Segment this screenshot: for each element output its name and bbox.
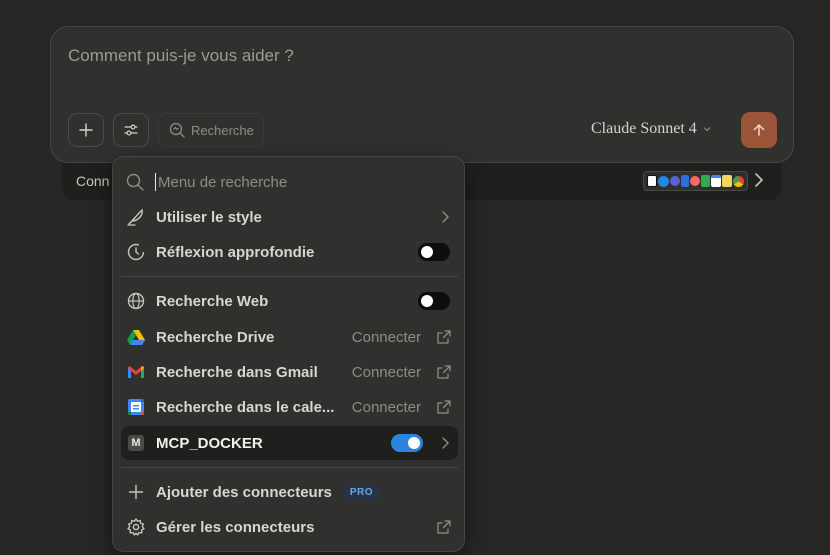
globe-icon xyxy=(126,291,146,311)
clock-icon xyxy=(126,242,146,262)
chevron-down-icon xyxy=(703,127,711,132)
menu-item-label: Utiliser le style xyxy=(156,208,262,226)
toggle-knob xyxy=(408,437,420,449)
research-chip-label: Recherche xyxy=(191,122,254,138)
tools-menu: Utiliser le style Réflexion approfondie … xyxy=(112,156,465,552)
gear-icon xyxy=(126,517,146,537)
model-selector[interactable]: Claude Sonnet 4 xyxy=(591,120,712,138)
menu-item-add-connectors[interactable]: Ajouter des connecteurs PRO xyxy=(121,475,458,509)
linear-icon xyxy=(670,176,680,186)
menu-item-label: Ajouter des connecteurs xyxy=(156,483,332,501)
research-icon xyxy=(169,122,185,138)
chevron-right-icon[interactable] xyxy=(438,435,452,451)
connectors-strip-label: Conn xyxy=(76,173,110,189)
text-caret xyxy=(155,173,156,191)
menu-divider xyxy=(121,467,458,468)
connector-icons-group xyxy=(643,171,748,191)
menu-item-label: Réflexion approfondie xyxy=(156,243,315,261)
send-button[interactable] xyxy=(741,112,777,148)
menu-item-label: Recherche dans Gmail xyxy=(156,363,318,381)
m-badge-icon: M xyxy=(126,433,146,453)
menu-item-use-style[interactable]: Utiliser le style xyxy=(121,200,458,234)
toggle-knob xyxy=(421,246,433,258)
web-search-toggle[interactable] xyxy=(418,292,450,310)
external-link-icon xyxy=(437,400,451,414)
extended-thinking-toggle[interactable] xyxy=(418,243,450,261)
sliders-icon xyxy=(124,124,138,136)
plus-icon xyxy=(79,123,93,137)
mcp-docker-toggle[interactable] xyxy=(391,434,423,452)
menu-search xyxy=(125,170,455,194)
add-button[interactable] xyxy=(68,113,104,147)
m-badge-letter: M xyxy=(128,435,144,451)
arrow-up-icon xyxy=(753,124,765,136)
google-drive-icon xyxy=(126,327,146,347)
connect-link[interactable]: Connecter xyxy=(352,399,421,416)
menu-item-label: Gérer les connecteurs xyxy=(156,518,315,536)
menu-item-label: Recherche dans le cale... xyxy=(156,398,335,416)
pro-badge: PRO xyxy=(343,484,380,500)
menu-divider xyxy=(121,276,458,277)
menu-item-label: MCP_DOCKER xyxy=(156,434,263,452)
feather-icon xyxy=(126,207,146,227)
plus-icon xyxy=(126,482,146,502)
menu-item-web-search[interactable]: Recherche Web xyxy=(121,284,458,318)
menu-item-extended-thinking[interactable]: Réflexion approfondie xyxy=(121,235,458,269)
notion-icon xyxy=(647,175,657,187)
google-drive-icon xyxy=(701,175,710,187)
asana-icon xyxy=(690,176,700,186)
menu-item-gmail-search[interactable]: Recherche dans Gmail Connecter xyxy=(121,355,458,389)
atlassian-icon xyxy=(681,175,689,187)
canva-icon xyxy=(658,175,669,187)
google-calendar-icon xyxy=(711,175,721,187)
gmail-icon xyxy=(126,362,146,382)
menu-item-label: Recherche Drive xyxy=(156,328,275,346)
chevron-right-icon[interactable] xyxy=(750,170,768,190)
menu-item-label: Recherche Web xyxy=(156,292,269,310)
chevron-right-icon xyxy=(442,211,449,223)
note-icon xyxy=(722,175,732,187)
chat-composer: Comment puis-je vous aider ? Recherche C… xyxy=(50,26,794,163)
chrome-icon xyxy=(733,175,744,187)
external-link-icon xyxy=(437,330,451,344)
menu-item-mcp-docker[interactable]: M MCP_DOCKER xyxy=(121,426,458,460)
menu-item-calendar-search[interactable]: Recherche dans le cale... Connecter xyxy=(121,390,458,424)
search-icon xyxy=(126,173,144,191)
research-chip[interactable]: Recherche xyxy=(158,113,264,147)
external-link-icon xyxy=(437,520,451,534)
external-link-icon xyxy=(437,365,451,379)
tools-button[interactable] xyxy=(113,113,149,147)
toggle-knob xyxy=(421,295,433,307)
google-calendar-icon xyxy=(126,397,146,417)
menu-item-manage-connectors[interactable]: Gérer les connecteurs xyxy=(121,510,458,544)
prompt-input[interactable]: Comment puis-je vous aider ? xyxy=(68,46,294,66)
connect-link[interactable]: Connecter xyxy=(352,364,421,381)
menu-search-input[interactable] xyxy=(158,173,438,191)
model-label: Claude Sonnet 4 xyxy=(591,120,697,137)
menu-item-drive-search[interactable]: Recherche Drive Connecter xyxy=(121,320,458,354)
connect-link[interactable]: Connecter xyxy=(352,329,421,346)
